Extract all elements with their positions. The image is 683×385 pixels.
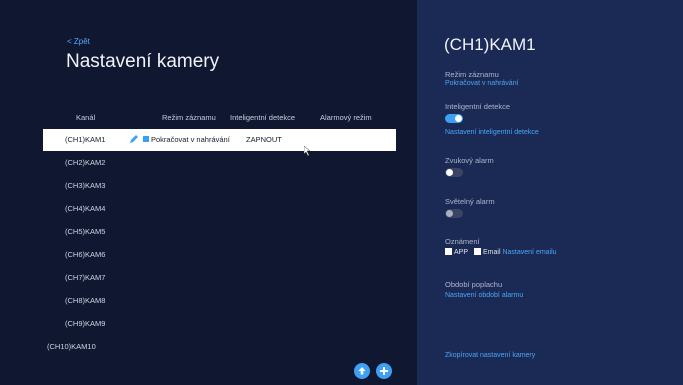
- table-row[interactable]: (CH2)KAM2: [43, 152, 396, 174]
- email-label: Email: [483, 249, 501, 256]
- channel-name: (CH10)KAM10: [47, 342, 96, 351]
- upload-button[interactable]: [354, 363, 370, 379]
- light-alarm-toggle[interactable]: [445, 209, 463, 218]
- alarm-period-link[interactable]: Nastavení období alarmu: [445, 292, 523, 299]
- copy-camera-settings-link[interactable]: Zkopírovat nastavení kamery: [445, 352, 535, 359]
- channel-name: (CH1)KAM1: [65, 135, 106, 144]
- channel-name: (CH9)KAM9: [65, 319, 106, 328]
- channel-name: (CH8)KAM8: [65, 296, 106, 305]
- edit-pencil-icon[interactable]: [129, 134, 139, 144]
- camera-settings-panel: [417, 0, 683, 385]
- column-header-smart-detect: Inteligentní detekce: [230, 113, 296, 122]
- app-label: APP: [454, 249, 469, 256]
- channel-name: (CH3)KAM3: [65, 181, 106, 190]
- smart-detect-settings-link[interactable]: Nastavení inteligentní detekce: [445, 129, 539, 136]
- column-header-alarm-mode: Alarmový režim: [320, 113, 372, 122]
- record-mode-label: Režim záznamu: [445, 70, 499, 79]
- page-title: Nastavení kamery: [66, 51, 220, 72]
- record-mode-value: Pokračovat v nahrávání: [151, 135, 230, 144]
- table-row[interactable]: (CH7)KAM7: [43, 267, 396, 289]
- add-camera-button[interactable]: [376, 363, 392, 379]
- plus-icon: [380, 367, 388, 375]
- channel-name: (CH2)KAM2: [65, 158, 106, 167]
- table-row-selected[interactable]: (CH1)KAM1 Pokračovat v nahrávání ZAPNOUT: [43, 129, 396, 151]
- toggle-knob: [455, 115, 462, 122]
- smart-detect-value: ZAPNOUT: [246, 135, 282, 144]
- table-row[interactable]: (CH10)KAM10: [43, 336, 396, 358]
- alarm-period-label: Období poplachu: [445, 280, 503, 289]
- column-header-channel: Kanál: [76, 113, 96, 122]
- smart-detect-label: Inteligentní detekce: [445, 102, 511, 111]
- table-row[interactable]: (CH4)KAM4: [43, 198, 396, 220]
- sound-alarm-toggle[interactable]: [445, 168, 463, 177]
- notification-options: APP Email Nastavení emailu: [445, 248, 557, 256]
- light-alarm-label: Světelný alarm: [445, 197, 495, 206]
- table-row[interactable]: (CH3)KAM3: [43, 175, 396, 197]
- channel-name: (CH6)KAM6: [65, 250, 106, 259]
- camera-list-pane: < Zpět Nastavení kamery Kanál Režim zázn…: [0, 0, 417, 385]
- back-link[interactable]: < Zpět: [67, 37, 90, 46]
- toggle-knob: [446, 210, 453, 217]
- table-row[interactable]: (CH5)KAM5: [43, 221, 396, 243]
- table-row[interactable]: (CH9)KAM9: [43, 313, 396, 335]
- email-checkbox[interactable]: [474, 248, 482, 255]
- record-mode-indicator: [143, 136, 149, 142]
- channel-name: (CH7)KAM7: [65, 273, 106, 282]
- app-checkbox[interactable]: [445, 248, 452, 255]
- sound-alarm-label: Zvukový alarm: [445, 156, 494, 165]
- column-header-record-mode: Režim záznamu: [162, 113, 216, 122]
- channel-name: (CH5)KAM5: [65, 227, 106, 236]
- smart-detect-toggle[interactable]: [445, 114, 463, 123]
- table-row[interactable]: (CH6)KAM6: [43, 244, 396, 266]
- toggle-knob: [446, 169, 453, 176]
- channel-name: (CH4)KAM4: [65, 204, 106, 213]
- email-settings-link[interactable]: Nastavení emailu: [502, 249, 556, 256]
- notification-label: Oznámení: [445, 237, 480, 246]
- mouse-cursor-icon: [304, 146, 311, 156]
- record-mode-link[interactable]: Pokračovat v nahrávání: [445, 80, 519, 87]
- table-row[interactable]: (CH8)KAM8: [43, 290, 396, 312]
- panel-title: (CH1)KAM1: [444, 35, 536, 54]
- upload-icon: [358, 367, 366, 375]
